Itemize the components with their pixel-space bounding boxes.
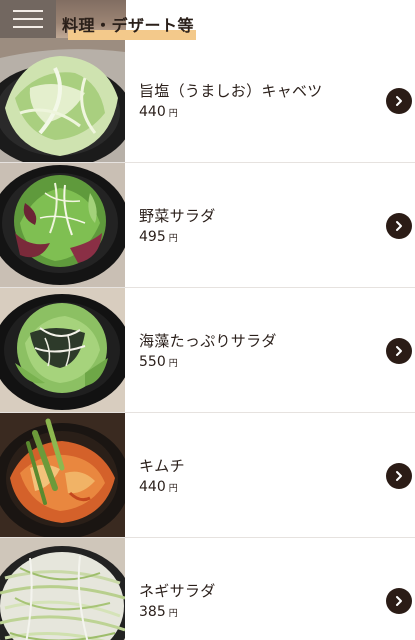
- price-unit: 円: [168, 484, 178, 494]
- item-name: 旨塩（うましお）キャベツ: [139, 82, 323, 100]
- price-unit: 円: [168, 234, 178, 244]
- chevron-right-icon[interactable]: [386, 213, 412, 239]
- kimchi-photo: [0, 413, 125, 537]
- seaweed-salad-photo: [0, 288, 125, 412]
- price-value: 440: [139, 104, 166, 120]
- price-value: 495: [139, 229, 166, 245]
- menu-page: 料理・デザート等 旨塩（うましお）キャベツ 440 円 野菜サラダ 495 円 …: [0, 0, 415, 640]
- chevron-right-icon[interactable]: [386, 588, 412, 614]
- item-name: キムチ: [139, 457, 185, 475]
- price-value: 385: [139, 604, 166, 620]
- item-name: 海藻たっぷりサラダ: [139, 332, 277, 350]
- list-item[interactable]: キムチ 440 円: [0, 413, 415, 538]
- menu-bar: [13, 10, 43, 12]
- green-onion-salad-photo: [0, 538, 125, 640]
- item-price: 550 円: [139, 354, 178, 370]
- list-item[interactable]: 旨塩（うましお）キャベツ 440 円: [0, 38, 415, 163]
- item-price: 440 円: [139, 479, 178, 495]
- cabbage-photo: [0, 38, 125, 162]
- hamburger-menu-icon[interactable]: [0, 0, 56, 38]
- list-item[interactable]: 野菜サラダ 495 円: [0, 163, 415, 288]
- item-price: 440 円: [139, 104, 178, 120]
- list-item[interactable]: ネギサラダ 385 円: [0, 538, 415, 640]
- item-name: 野菜サラダ: [139, 207, 216, 225]
- chevron-right-icon[interactable]: [386, 463, 412, 489]
- price-unit: 円: [168, 109, 178, 119]
- menu-bar: [13, 18, 43, 20]
- price-value: 440: [139, 479, 166, 495]
- chevron-right-icon[interactable]: [386, 338, 412, 364]
- chevron-right-icon[interactable]: [386, 88, 412, 114]
- item-list: 旨塩（うましお）キャベツ 440 円 野菜サラダ 495 円 海藻たっぷりサラダ…: [0, 38, 415, 640]
- item-price: 385 円: [139, 604, 178, 620]
- price-value: 550: [139, 354, 166, 370]
- item-price: 495 円: [139, 229, 178, 245]
- header: 料理・デザート等: [0, 0, 415, 40]
- section-title-text: 料理・デザート等: [62, 16, 195, 35]
- section-title: 料理・デザート等: [62, 12, 197, 40]
- item-name: ネギサラダ: [139, 582, 216, 600]
- vegetable-salad-photo: [0, 163, 125, 287]
- price-unit: 円: [168, 359, 178, 369]
- menu-bar: [13, 26, 43, 28]
- price-unit: 円: [168, 609, 178, 619]
- list-item[interactable]: 海藻たっぷりサラダ 550 円: [0, 288, 415, 413]
